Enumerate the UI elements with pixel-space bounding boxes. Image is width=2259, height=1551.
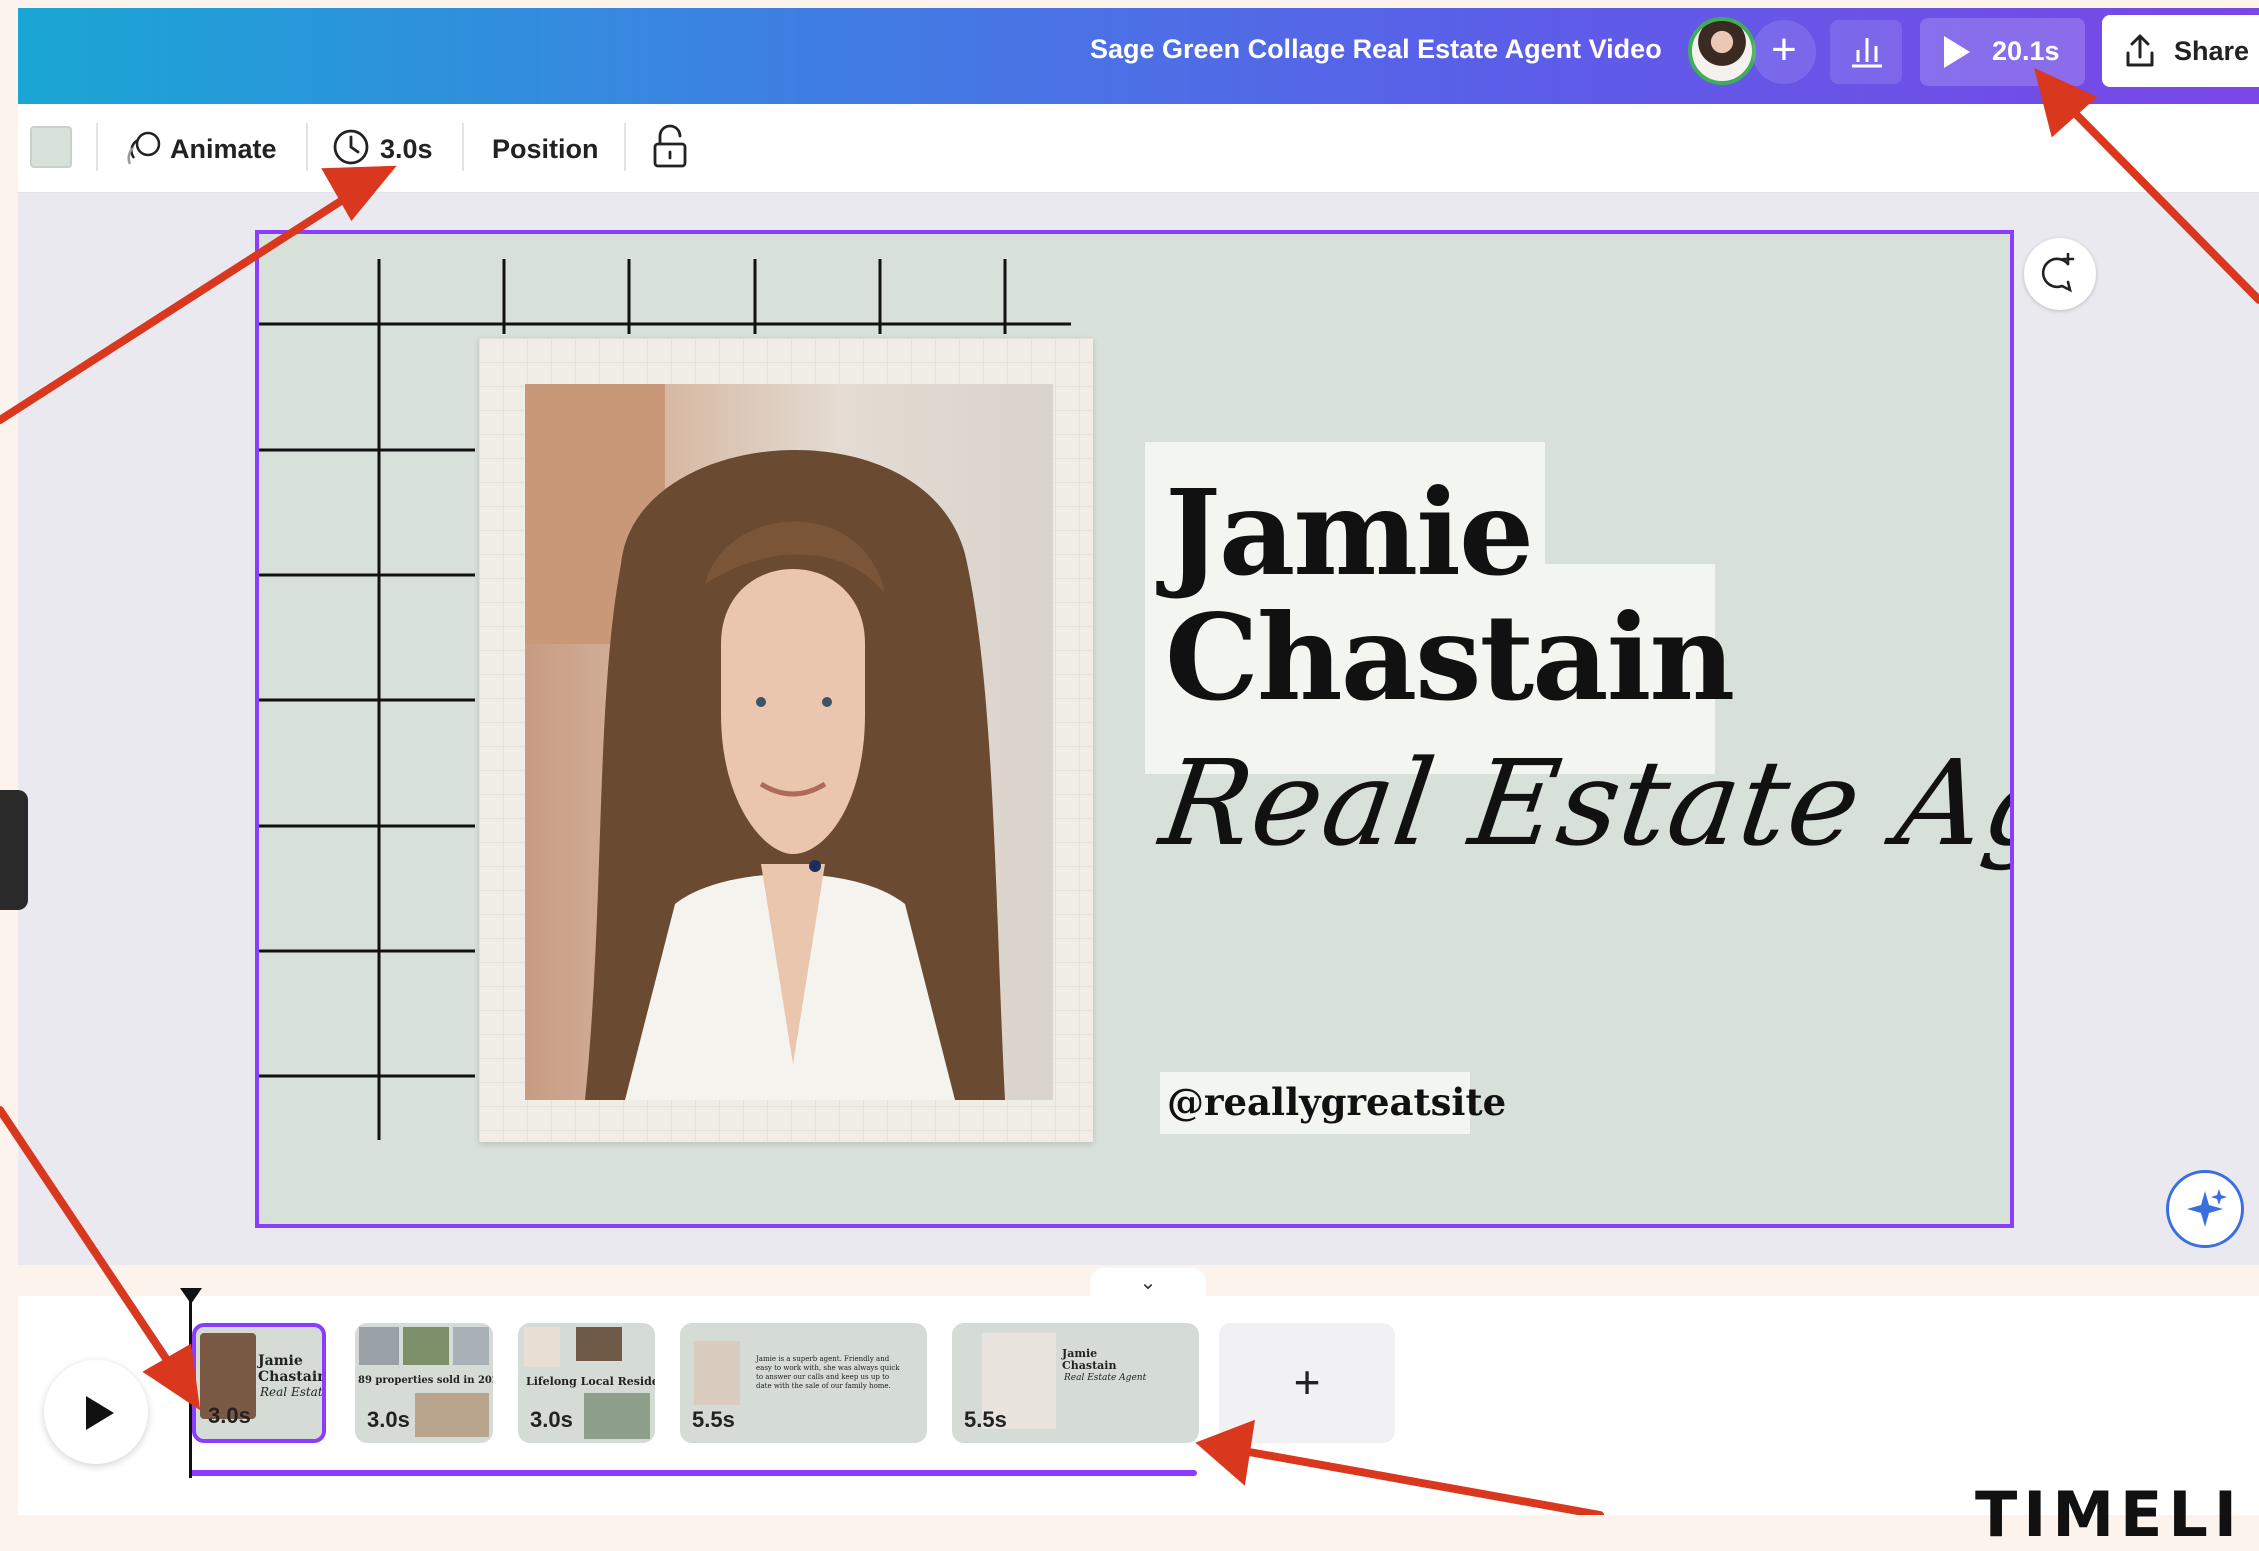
annotation-arrowhead (1195, 1419, 1256, 1486)
annotation-arrow (2058, 96, 2259, 304)
annotation-arrow (0, 1106, 179, 1376)
annotation-arrow (0, 188, 359, 424)
annotation-arrowhead (142, 1343, 201, 1411)
annotation-arrow (1234, 1446, 1604, 1515)
annotation-arrows (0, 67, 2259, 1515)
